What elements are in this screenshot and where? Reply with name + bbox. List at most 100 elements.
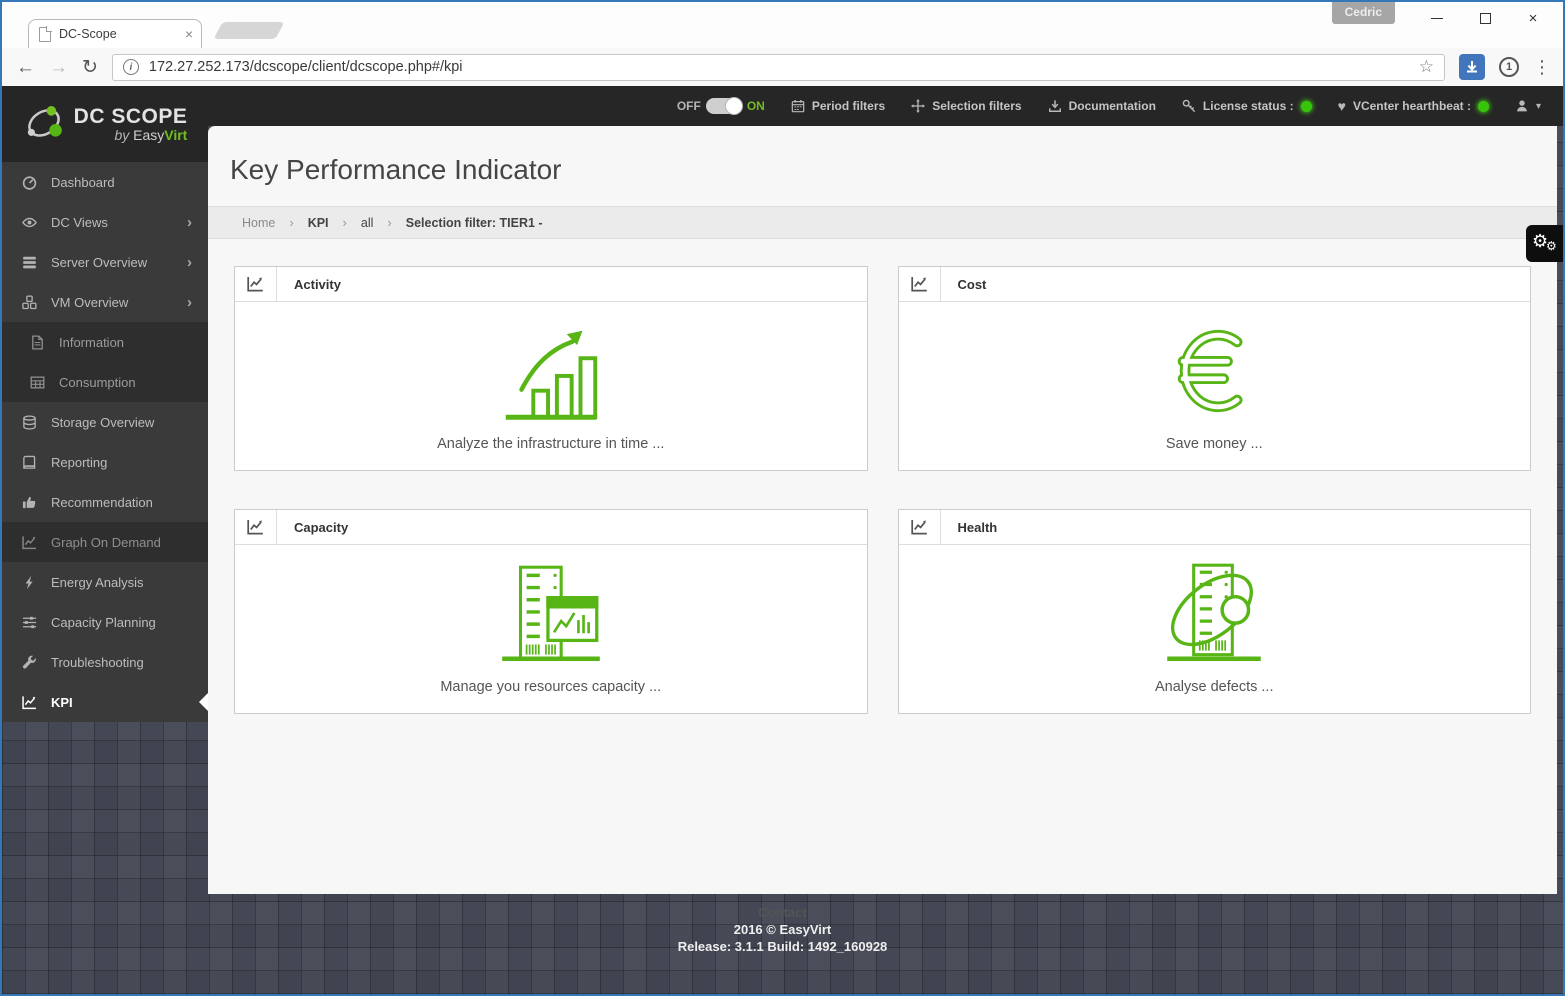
period-filters-label: Period filters bbox=[812, 99, 885, 113]
forward-icon[interactable]: → bbox=[49, 58, 68, 77]
book-icon bbox=[22, 455, 37, 470]
server-icon bbox=[22, 255, 37, 270]
sidebar-item-capacity-planning[interactable]: Capacity Planning bbox=[2, 602, 208, 642]
breadcrumb: Home › KPI › all › Selection filter: TIE… bbox=[208, 206, 1557, 239]
card-capacity[interactable]: Capacity bbox=[234, 509, 868, 714]
close-button[interactable]: × bbox=[1509, 4, 1557, 33]
sidebar-item-recommendation[interactable]: Recommendation bbox=[2, 482, 208, 522]
card-title: Activity bbox=[277, 267, 341, 301]
user-icon bbox=[1515, 99, 1529, 113]
selection-filters-button[interactable]: Selection filters bbox=[911, 99, 1021, 113]
sidebar-item-energy-analysis[interactable]: Energy Analysis bbox=[2, 562, 208, 602]
vcenter-status-dot bbox=[1478, 101, 1489, 112]
footer: Contact 2016 © EasyVirt Release: 3.1.1 B… bbox=[2, 904, 1563, 955]
sidebar-item-dc-views[interactable]: DC Views › bbox=[2, 202, 208, 242]
vcenter-hearthbeat-label: VCenter hearthbeat : bbox=[1353, 99, 1471, 113]
card-caption: Analyze the infrastructure in time ... bbox=[437, 436, 664, 452]
sidebar-item-kpi[interactable]: KPI bbox=[2, 682, 208, 722]
settings-gear-button[interactable]: ⚙ ⚙ bbox=[1526, 225, 1563, 262]
logo[interactable]: DC SCOPE by EasyVirt bbox=[2, 86, 208, 162]
logo-subtitle: by EasyVirt bbox=[74, 128, 188, 143]
line-chart-icon bbox=[235, 510, 277, 544]
line-chart-icon bbox=[22, 535, 37, 550]
release-text: Release: 3.1.1 Build: 1492_160928 bbox=[2, 938, 1563, 955]
server-monitor-icon bbox=[490, 559, 612, 671]
breadcrumb-kpi[interactable]: KPI bbox=[308, 216, 329, 230]
minimize-button[interactable] bbox=[1413, 4, 1461, 33]
period-filters-button[interactable]: Period filters bbox=[791, 99, 885, 113]
toggle-switch[interactable] bbox=[706, 98, 742, 114]
filters-toggle[interactable]: OFF ON bbox=[677, 98, 765, 114]
sidebar: Dashboard DC Views › Server Overview › V… bbox=[2, 162, 208, 994]
sidebar-item-dashboard[interactable]: Dashboard bbox=[2, 162, 208, 202]
file-icon bbox=[30, 335, 45, 350]
arrows-icon bbox=[911, 99, 925, 113]
page-icon bbox=[39, 27, 51, 42]
maximize-button[interactable] bbox=[1461, 4, 1509, 33]
chevron-right-icon: › bbox=[187, 294, 192, 311]
bolt-icon bbox=[22, 575, 37, 590]
sidebar-item-troubleshooting[interactable]: Troubleshooting bbox=[2, 642, 208, 682]
breadcrumb-home[interactable]: Home bbox=[242, 216, 275, 230]
url-text[interactable]: 172.27.252.173/dcscope/client/dcscope.ph… bbox=[149, 59, 1409, 75]
window-controls: × bbox=[1413, 4, 1557, 33]
vcenter-hearthbeat[interactable]: ♥ VCenter hearthbeat : bbox=[1338, 98, 1489, 114]
kpi-cards: Activity bbox=[208, 239, 1557, 714]
tab-title: DC-Scope bbox=[59, 27, 177, 41]
activity-bars-icon bbox=[492, 316, 610, 428]
card-cost[interactable]: Cost bbox=[898, 266, 1532, 471]
browser-tab[interactable]: DC-Scope × bbox=[28, 19, 202, 48]
card-title: Health bbox=[941, 510, 998, 544]
browser-profile-badge[interactable]: Cedric bbox=[1332, 2, 1395, 24]
breadcrumb-all[interactable]: all bbox=[361, 216, 374, 230]
browser-menu-icon[interactable]: ⋮ bbox=[1533, 57, 1551, 78]
chevron-right-icon: › bbox=[187, 214, 192, 231]
sidebar-item-storage-overview[interactable]: Storage Overview bbox=[2, 402, 208, 442]
download-icon bbox=[1048, 99, 1062, 113]
back-icon[interactable]: ← bbox=[16, 58, 35, 77]
sidebar-item-server-overview[interactable]: Server Overview › bbox=[2, 242, 208, 282]
toggle-off-label: OFF bbox=[677, 99, 701, 113]
license-status[interactable]: License status : bbox=[1182, 99, 1312, 113]
card-health[interactable]: Health bbox=[898, 509, 1532, 714]
line-chart-icon bbox=[235, 267, 277, 301]
tab-close-icon[interactable]: × bbox=[185, 26, 193, 42]
sidebar-item-consumption[interactable]: Consumption bbox=[2, 362, 208, 402]
sidebar-item-vm-overview[interactable]: VM Overview › bbox=[2, 282, 208, 322]
documentation-button[interactable]: Documentation bbox=[1048, 99, 1156, 113]
bookmark-star-icon[interactable]: ☆ bbox=[1419, 57, 1434, 77]
browser-titlebar: DC-Scope × Cedric × bbox=[2, 2, 1563, 48]
sidebar-item-reporting[interactable]: Reporting bbox=[2, 442, 208, 482]
documentation-label: Documentation bbox=[1069, 99, 1156, 113]
card-activity[interactable]: Activity bbox=[234, 266, 868, 471]
card-caption: Analyse defects ... bbox=[1155, 679, 1273, 695]
address-bar[interactable]: i 172.27.252.173/dcscope/client/dcscope.… bbox=[112, 54, 1445, 81]
license-status-label: License status : bbox=[1203, 99, 1294, 113]
server-scan-icon bbox=[1153, 559, 1275, 671]
browser-window: DC-Scope × Cedric × ← → ↻ i 172.27.252.1… bbox=[0, 0, 1565, 996]
line-chart-icon bbox=[899, 267, 941, 301]
card-caption: Manage you resources capacity ... bbox=[440, 679, 661, 695]
contact-link[interactable]: Contact bbox=[2, 904, 1563, 921]
copyright-text: 2016 © EasyVirt bbox=[2, 921, 1563, 938]
logo-orbit-icon bbox=[23, 103, 65, 145]
toggle-knob[interactable] bbox=[725, 97, 743, 115]
sliders-icon bbox=[22, 615, 37, 630]
selection-filters-label: Selection filters bbox=[932, 99, 1021, 113]
new-tab-button[interactable] bbox=[213, 22, 284, 39]
user-menu[interactable]: ▾ bbox=[1515, 99, 1541, 113]
sidebar-item-graph-on-demand[interactable]: Graph On Demand bbox=[2, 522, 208, 562]
download-extension-icon[interactable] bbox=[1459, 54, 1485, 80]
gear-icon: ⚙ bbox=[1546, 240, 1557, 252]
page-info-icon[interactable]: i bbox=[123, 59, 139, 75]
browser-toolbar: ← → ↻ i 172.27.252.173/dcscope/client/dc… bbox=[2, 48, 1563, 86]
dcscope-app: OFF ON Period filters Selection filters … bbox=[2, 86, 1563, 994]
calendar-icon bbox=[791, 99, 805, 113]
content-panel: Key Performance Indicator Home › KPI › a… bbox=[208, 126, 1557, 894]
caret-down-icon: ▾ bbox=[1536, 101, 1541, 112]
key-icon bbox=[1182, 99, 1196, 113]
extension-circle-icon[interactable]: 1 bbox=[1499, 57, 1519, 77]
table-icon bbox=[30, 375, 45, 390]
sidebar-item-information[interactable]: Information bbox=[2, 322, 208, 362]
refresh-icon[interactable]: ↻ bbox=[82, 58, 98, 77]
